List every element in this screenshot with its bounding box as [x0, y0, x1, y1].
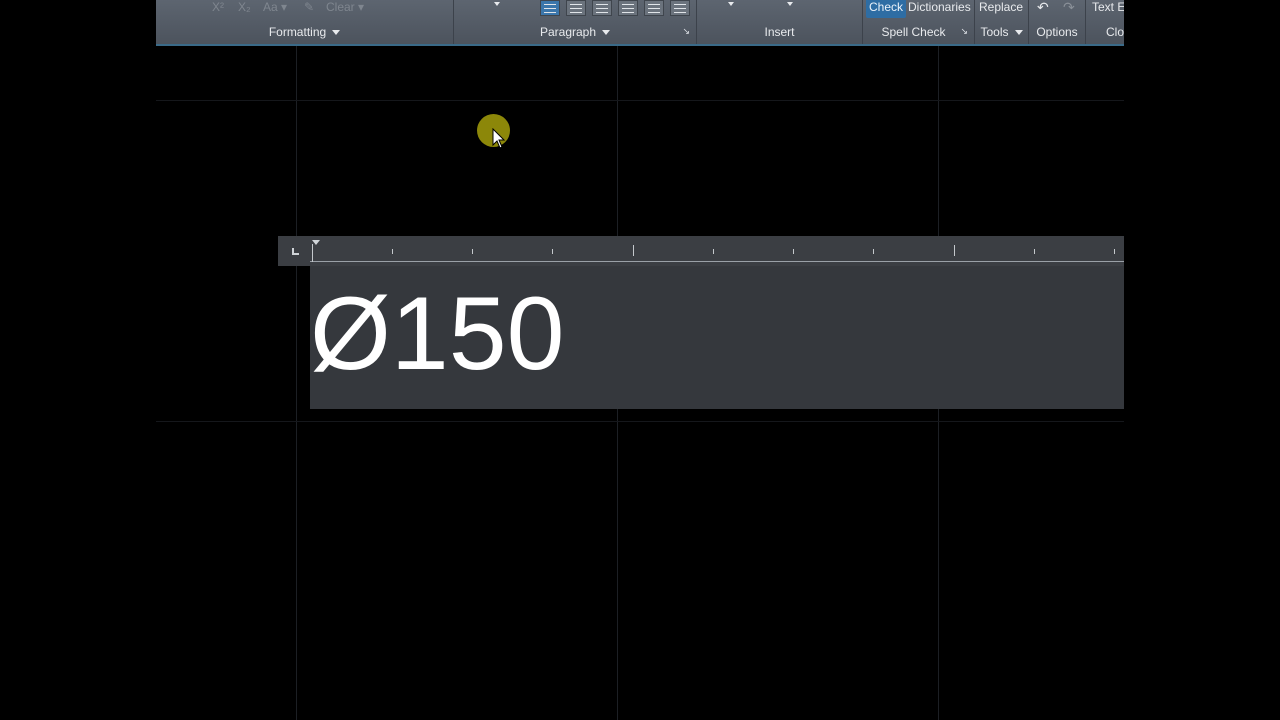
tools-panel-menu[interactable]: Tools [975, 25, 1028, 39]
redo-icon[interactable]: ↷ [1063, 0, 1075, 16]
close-group: Text E Clo [1086, 0, 1124, 44]
text-ruler[interactable] [310, 236, 1124, 266]
eraser-icon: ✎ [304, 0, 315, 14]
align-right-icon[interactable] [592, 0, 612, 16]
options-panel-label: Options [1036, 25, 1078, 39]
tab-stop-icon[interactable] [292, 248, 299, 255]
formatting-panel-menu[interactable]: Formatting [156, 25, 453, 39]
ruler-corner [278, 236, 310, 266]
insert-panel-label: Insert [764, 25, 795, 39]
ruler-tick [1114, 249, 1115, 254]
options-group: ↶ ↷ Options [1029, 0, 1086, 44]
ruler-tick [873, 249, 874, 254]
find-replace-button[interactable]: Replace [979, 0, 1023, 14]
spell-check-button[interactable]: Check [866, 0, 906, 18]
close-text-editor-button[interactable]: Text E [1092, 0, 1124, 14]
chevron-down-icon [602, 30, 611, 36]
mtext-content[interactable]: Ø150 [310, 282, 564, 386]
close-panel-label: Clo [1106, 25, 1124, 39]
ruler-tick [312, 244, 313, 262]
chevron-down-icon [332, 30, 341, 36]
dialog-launcher-icon[interactable]: ↘ [960, 26, 968, 37]
ruler-tick [552, 249, 553, 254]
ruler-tick [472, 249, 473, 254]
align-center-icon[interactable] [566, 0, 586, 16]
ruler-tick [954, 245, 955, 256]
chevron-down-icon [1014, 30, 1023, 36]
mtext-editor[interactable]: Ø150 [278, 236, 1124, 411]
paragraph-panel-menu[interactable]: Paragraph [454, 25, 696, 39]
ruler-tick [392, 249, 393, 254]
paragraph-group: Paragraph ↘ [454, 0, 697, 44]
insert-group: Insert [697, 0, 863, 44]
mouse-pointer-icon [492, 128, 506, 149]
undo-icon[interactable]: ↶ [1037, 0, 1049, 16]
text-input-area[interactable]: Ø150 [310, 266, 1124, 409]
chevron-down-icon[interactable] [728, 2, 734, 6]
indent-marker-icon[interactable] [312, 240, 320, 245]
chevron-down-icon[interactable] [494, 2, 500, 6]
spell-check-group: Check Dictionaries Spell Check ↘ [863, 0, 975, 44]
subscript-button[interactable]: X₂ [238, 0, 251, 14]
distribute-icon[interactable] [644, 0, 664, 16]
ruler-tick [633, 245, 634, 256]
justify-icon[interactable] [618, 0, 638, 16]
superscript-button[interactable]: X² [212, 0, 224, 14]
ruler-tick [793, 249, 794, 254]
ruler-tick [1034, 249, 1035, 254]
tools-group: Replace Tools [975, 0, 1029, 44]
align-left-icon[interactable] [540, 0, 560, 16]
spell-check-panel-label: Spell Check [881, 25, 946, 39]
change-case-button[interactable]: Aa ▾ [263, 0, 287, 14]
grid-line [156, 421, 1124, 422]
text-editor-ribbon: X² X₂ Aa ▾ ✎ Clear ▾ Formatting Paragrap… [156, 0, 1124, 46]
grid-line [156, 100, 1124, 101]
dictionaries-button[interactable]: Dictionaries [908, 0, 971, 14]
formatting-group: X² X₂ Aa ▾ ✎ Clear ▾ Formatting [156, 0, 454, 44]
ruler-baseline [310, 261, 1124, 262]
ruler-tick [713, 249, 714, 254]
line-spacing-icon[interactable] [670, 0, 690, 16]
clear-button[interactable]: Clear ▾ [326, 0, 364, 14]
chevron-down-icon[interactable] [787, 2, 793, 6]
dialog-launcher-icon[interactable]: ↘ [682, 26, 690, 37]
